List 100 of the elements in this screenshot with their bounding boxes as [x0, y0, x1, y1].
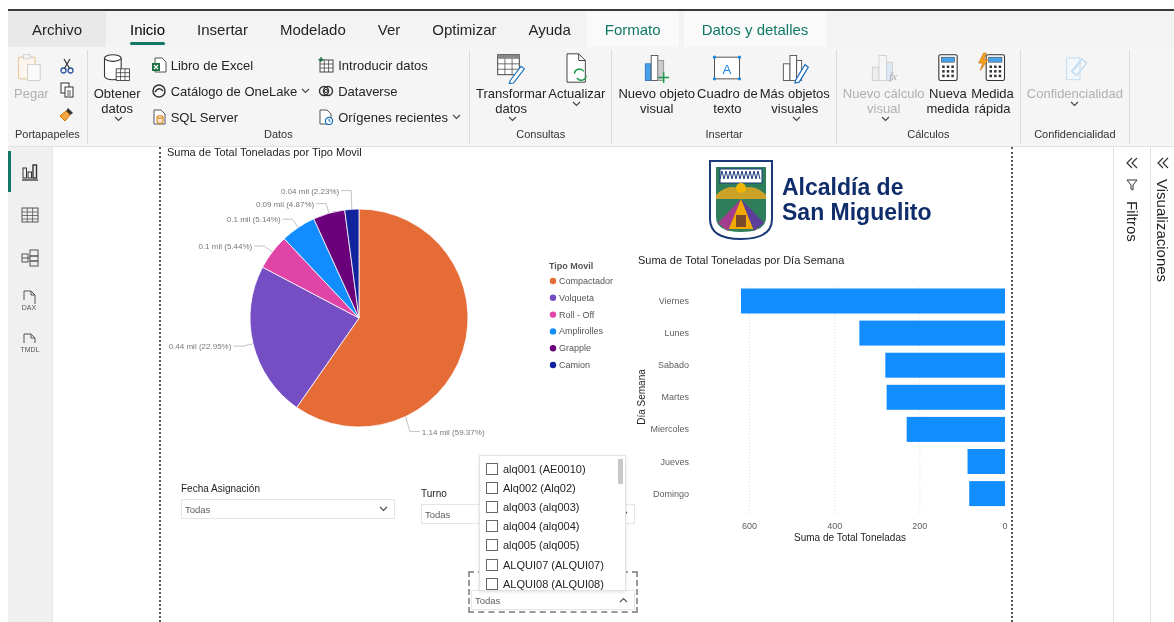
checkbox[interactable] [486, 539, 498, 552]
ribbon-button[interactable]: Actualizar [548, 52, 606, 109]
ribbon-group-label: Confidencialidad [1033, 128, 1117, 142]
chart-title: Suma de Total Toneladas por Tipo Movil [167, 147, 362, 158]
checkbox[interactable] [486, 481, 498, 494]
table-plus-icon [318, 57, 335, 73]
file-clock-icon [318, 109, 335, 125]
ribbon-button[interactable]: Introducir datos [316, 52, 463, 78]
ribbon-button[interactable]: A Cuadro de texto [697, 52, 758, 116]
slicer-option[interactable]: alq004 (alq004) [480, 516, 625, 536]
ribbon-tab[interactable]: Ayuda [512, 11, 587, 47]
caret-icon [379, 506, 388, 512]
axis-tick-label: 0 [1002, 521, 1008, 531]
ribbon-button[interactable]: Catálogo de OneLake [148, 78, 313, 104]
calculator-lightning-icon [977, 52, 1008, 84]
ribbon-tool-button[interactable] [58, 106, 75, 122]
leader-line [232, 343, 254, 347]
ribbon-group-label: Cálculos [906, 128, 951, 142]
bar [967, 449, 1005, 474]
category-label: Viernes [658, 296, 689, 306]
data-label: 0.1 mil (5.44%) [198, 242, 253, 251]
model-icon [20, 247, 40, 268]
data-label: 0.04 mil (2.23%) [280, 186, 340, 196]
ribbon-group-label: Portapapeles [13, 128, 81, 142]
legend-label[interactable]: Amplirolles [559, 326, 603, 337]
ribbon-button[interactable]: Transformar datos [476, 52, 547, 124]
legend-label[interactable]: Compactador [559, 276, 614, 286]
ribbon-button[interactable]: Nueva medida [926, 52, 970, 116]
data-label: 0.44 mil (22.95%) [168, 342, 232, 352]
ribbon-tab[interactable]: Archivo [8, 11, 107, 47]
data-label: 0.09 mil (4.87%) [255, 199, 315, 209]
ribbon-tab[interactable]: Modelado [263, 11, 362, 47]
ribbon-tab[interactable]: Inicio [114, 11, 182, 47]
chart-title: Suma de Total Toneladas por Día Semana [638, 254, 845, 266]
axis-tick-label: 400 [827, 521, 843, 531]
legend-title: Tipo Movil [549, 261, 594, 271]
double-chevron-icon [1156, 157, 1169, 169]
pane-title: Filtros [1123, 201, 1141, 242]
checkbox[interactable] [486, 462, 498, 475]
rings-icon [318, 83, 335, 99]
bar-chart-icon [20, 161, 40, 182]
table-pencil-icon [496, 52, 527, 84]
ribbon-button[interactable]: Dataverse [316, 78, 463, 104]
filter-icon [1126, 179, 1138, 191]
axis-tick-label: 200 [912, 521, 928, 531]
category-label: Miercoles [650, 424, 689, 435]
checkbox[interactable] [486, 520, 498, 533]
server-file-icon [150, 109, 167, 125]
category-label: Lunes [664, 328, 689, 339]
checkbox[interactable] [486, 558, 498, 571]
expand-pane-button[interactable] [1126, 157, 1138, 169]
slicer-option[interactable]: Alq002 (Alq02) [480, 478, 625, 498]
legend-label[interactable]: Roll - Off [559, 309, 595, 320]
leader-line [253, 245, 273, 253]
ribbon-tab[interactable]: Formato [586, 11, 679, 47]
paintbrush-icon [58, 106, 75, 122]
slicer-title: Turno [421, 488, 447, 499]
ribbon-button[interactable]: Orígenes recientes [316, 104, 463, 130]
organization-name: Alcaldía de San Miguelito [782, 175, 933, 225]
ribbon-tool-button[interactable] [58, 58, 75, 74]
category-label: Jueves [660, 456, 689, 467]
excel-file-icon [150, 57, 167, 73]
ribbon-button[interactable]: Más objetos visuales [759, 52, 830, 124]
leader-line [282, 218, 299, 228]
ribbon-tab[interactable]: Optimizar [416, 11, 513, 47]
ribbon-tab[interactable]: Insertar [181, 11, 264, 47]
ribbon-button[interactable]: Libro de Excel [148, 52, 313, 78]
selected-tab-indicator [130, 42, 166, 45]
database-icon [102, 52, 133, 84]
slicer-option[interactable]: alq003 (alq003) [480, 497, 625, 517]
legend-label[interactable]: Volqueta [559, 292, 595, 303]
checkbox[interactable] [486, 577, 498, 590]
scrollbar-thumb[interactable] [618, 459, 623, 484]
slicer-option[interactable]: ALQUI07 (ALQUI07) [480, 554, 625, 575]
slicer-option[interactable]: alq001 (AE0010) [480, 459, 625, 479]
cut-icon [58, 58, 75, 74]
ribbon-tab[interactable]: Datos y detalles [683, 11, 827, 47]
checkbox[interactable] [486, 500, 498, 513]
ribbon-tab[interactable]: Ver [361, 11, 417, 47]
ribbon-group-label: Insertar [704, 128, 744, 142]
legend-label[interactable]: Grapple [559, 343, 592, 354]
ribbon-button[interactable]: Nuevo objeto visual [618, 52, 696, 116]
category-label: Sabado [657, 360, 689, 371]
dropdown-field[interactable]: Todas [181, 499, 395, 519]
data-label: 0.1 mil (5.14%) [226, 215, 281, 225]
axis-title: Día Semana [636, 369, 647, 425]
caret-up-icon [619, 597, 628, 603]
expand-pane-button[interactable] [1156, 157, 1169, 169]
ribbon-button[interactable]: Medida rápida [971, 52, 1014, 116]
axis-title: Suma de Total Toneladas [794, 532, 906, 543]
ribbon-button[interactable]: SQL Server [148, 104, 313, 130]
legend-label[interactable]: Camion [559, 360, 590, 370]
ribbon-tool-button[interactable] [58, 82, 75, 98]
pane-title: Visualizaciones [1154, 179, 1171, 283]
axis-tick-label: 600 [742, 521, 758, 531]
slicer-title: Fecha Asignación [181, 483, 260, 494]
leader-line [315, 203, 330, 214]
ribbon-button[interactable]: Obtener datos [93, 52, 141, 124]
slicer-option[interactable]: alq005 (alq005) [480, 535, 625, 555]
dropdown-field[interactable]: Todas [471, 590, 635, 610]
